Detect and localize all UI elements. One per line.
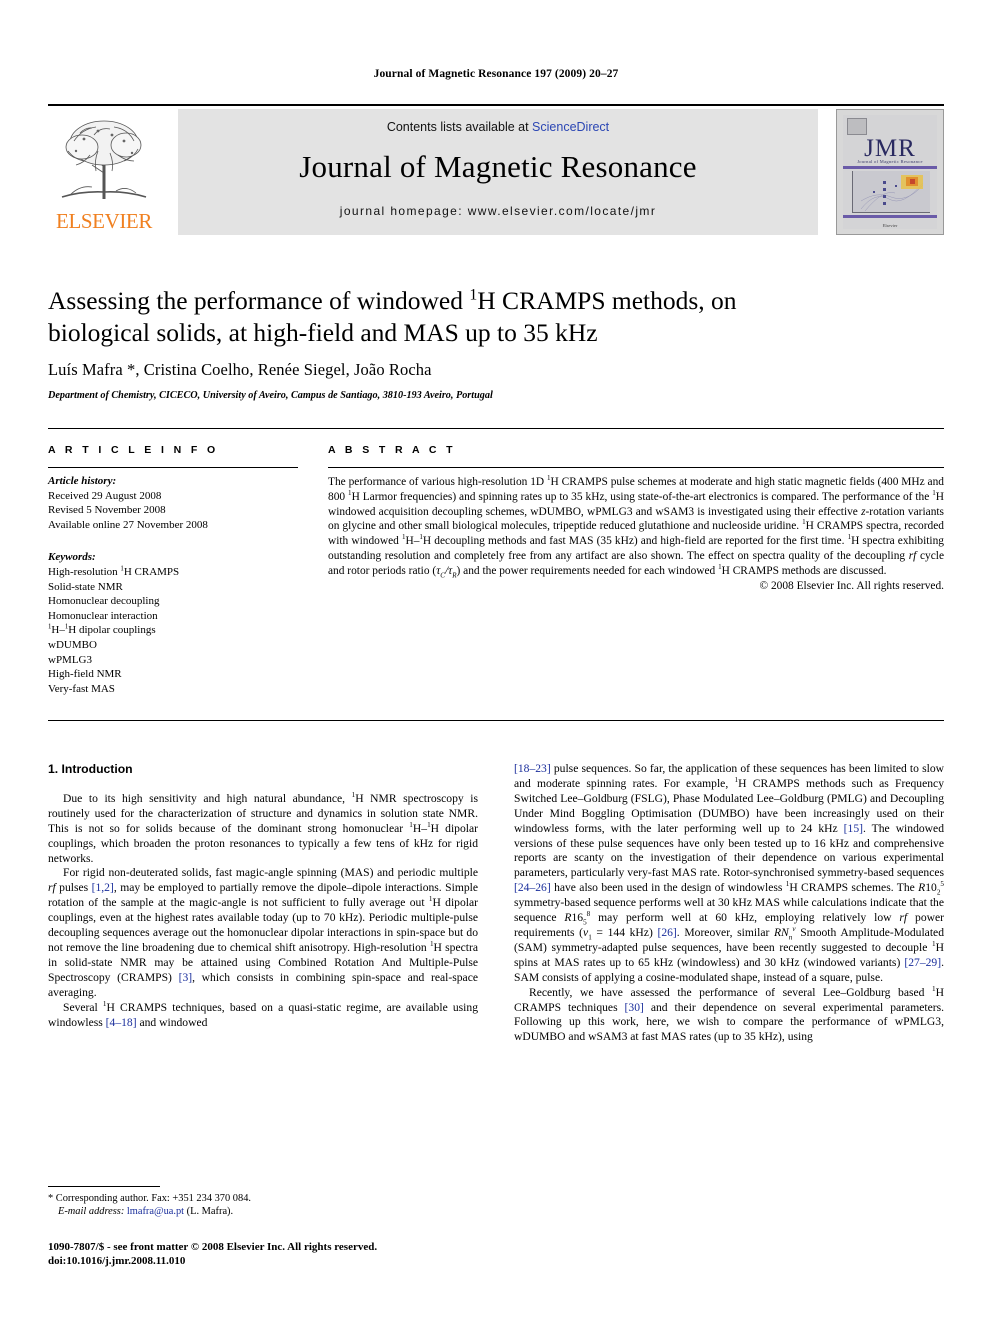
title-part-3: solids, at high-field and MAS up to 35 k… (156, 318, 598, 347)
citation-link[interactable]: [3] (179, 971, 193, 984)
citation-link[interactable]: [30] (625, 1001, 644, 1014)
paragraph: [18–23] pulse sequences. So far, the app… (514, 762, 945, 984)
cover-publisher-footer: Elsevier (882, 223, 898, 228)
citation-link[interactable]: [1,2] (92, 881, 114, 894)
keyword-item: Homonuclear decoupling (48, 595, 160, 608)
article-history: Article history: Received 29 August 2008… (48, 474, 298, 532)
citation-link[interactable]: [26] (657, 926, 676, 939)
cover-elsevier-mark-icon (847, 118, 867, 135)
citation-link[interactable]: [18–23] (514, 762, 551, 775)
paragraph: Recently, we have assessed the performan… (514, 984, 944, 1044)
journal-banner: Contents lists available at ScienceDirec… (178, 109, 818, 235)
sciencedirect-link[interactable]: ScienceDirect (532, 120, 609, 134)
cover-divider-bottom (843, 215, 937, 218)
journal-cover-thumbnail: JMR Journal of Magnetic Resonance Elsevi… (836, 109, 944, 235)
abstract-divider (328, 467, 944, 468)
history-label: Article history: (48, 475, 117, 487)
article-info-heading: A R T I C L E I N F O (48, 444, 219, 456)
keyword-item: High-field NMR (48, 668, 122, 681)
doi-line[interactable]: doi:10.1016/j.jmr.2008.11.010 (48, 1254, 548, 1268)
issn-line: 1090-7807/$ - see front matter © 2008 El… (48, 1241, 378, 1253)
info-rule-bottom (48, 720, 944, 721)
page-title: Assessing the performance of windowed 1H… (48, 285, 788, 349)
abstract-block: A B S T R A C T The performance of vario… (328, 444, 944, 592)
keyword-item: wPMLG3 (48, 653, 93, 666)
keywords-block: Keywords: High-resolution 1H CRAMPS Soli… (48, 550, 298, 696)
article-info-block: A R T I C L E I N F O Article history: R… (48, 444, 298, 696)
citation-link[interactable]: [4–18] (106, 1016, 137, 1029)
history-item: Available online 27 November 2008 (48, 518, 208, 531)
body-column-right: [18–23] pulse sequences. So far, the app… (514, 762, 944, 1045)
paper-page: Journal of Magnetic Resonance 197 (2009)… (0, 0, 992, 1323)
keywords-label: Keywords: (48, 551, 96, 564)
corresponding-author-note: * Corresponding author. Fax: +351 234 37… (48, 1193, 251, 1204)
keyword-item: Homonuclear interaction (48, 609, 158, 622)
cover-subtitle: Journal of Magnetic Resonance (857, 159, 923, 164)
article-info-divider (48, 467, 298, 468)
email-owner: (L. Mafra). (186, 1206, 234, 1218)
citation-link[interactable]: [27–29] (904, 956, 941, 969)
cover-spectrum-image (852, 171, 930, 213)
history-item: Revised 5 November 2008 (48, 504, 166, 517)
abstract-text: The performance of various high-resoluti… (328, 474, 945, 580)
keyword-item: Solid-state NMR (48, 580, 123, 593)
email-link[interactable]: lmafra@ua.pt (127, 1206, 184, 1217)
author-list: Luís Mafra *, Cristina Coelho, Renée Sie… (48, 360, 432, 379)
journal-masthead: ELSEVIER Contents lists available at Sci… (48, 104, 944, 235)
citation-link[interactable]: [15] (844, 822, 863, 835)
affiliation: Department of Chemistry, CICECO, Univers… (48, 390, 493, 401)
keyword-item: High-resolution 1H CRAMPS (48, 565, 180, 578)
elsevier-logo: ELSEVIER (48, 109, 160, 235)
footnote-divider (48, 1186, 160, 1187)
paragraph: Several 1H CRAMPS techniques, based on a… (48, 999, 478, 1029)
elsevier-tree-icon (61, 120, 147, 199)
citation-link[interactable]: [24–26] (514, 881, 551, 894)
body-column-left: 1. Introduction Due to its high sensitiv… (48, 762, 478, 1030)
cover-divider-top (843, 166, 937, 169)
running-head: Journal of Magnetic Resonance 197 (2009)… (373, 68, 619, 80)
paragraph: Due to its high sensitivity and high nat… (48, 791, 478, 865)
info-rule-top (48, 428, 944, 429)
paragraph: For rigid non-deuterated solids, fast ma… (48, 866, 479, 999)
contents-prefix: Contents lists available at (386, 120, 533, 134)
page-footer: 1090-7807/$ - see front matter © 2008 El… (48, 1240, 548, 1268)
journal-homepage[interactable]: journal homepage: www.elsevier.com/locat… (178, 204, 818, 218)
contents-line: Contents lists available at ScienceDirec… (178, 120, 818, 134)
history-item: Received 29 August 2008 (48, 489, 162, 502)
journal-title: Journal of Magnetic Resonance (299, 149, 697, 184)
abstract-heading: A B S T R A C T (328, 444, 456, 456)
email-note: E-mail address: lmafra@ua.pt (L. Mafra). (48, 1205, 478, 1218)
keyword-item: Very-fast MAS (48, 682, 115, 695)
footnote-block: * Corresponding author. Fax: +351 234 37… (48, 1192, 478, 1219)
title-part-1: Assessing the performance of windowed (48, 286, 470, 315)
section-heading-introduction: 1. Introduction (48, 762, 133, 776)
abstract-copyright: © 2008 Elsevier Inc. All rights reserved… (759, 579, 944, 592)
elsevier-wordmark: ELSEVIER (56, 209, 152, 233)
keyword-item: wDUMBO (48, 638, 97, 651)
email-label: E-mail address: (58, 1206, 125, 1218)
keyword-item: 1H–1H dipolar couplings (48, 623, 156, 637)
